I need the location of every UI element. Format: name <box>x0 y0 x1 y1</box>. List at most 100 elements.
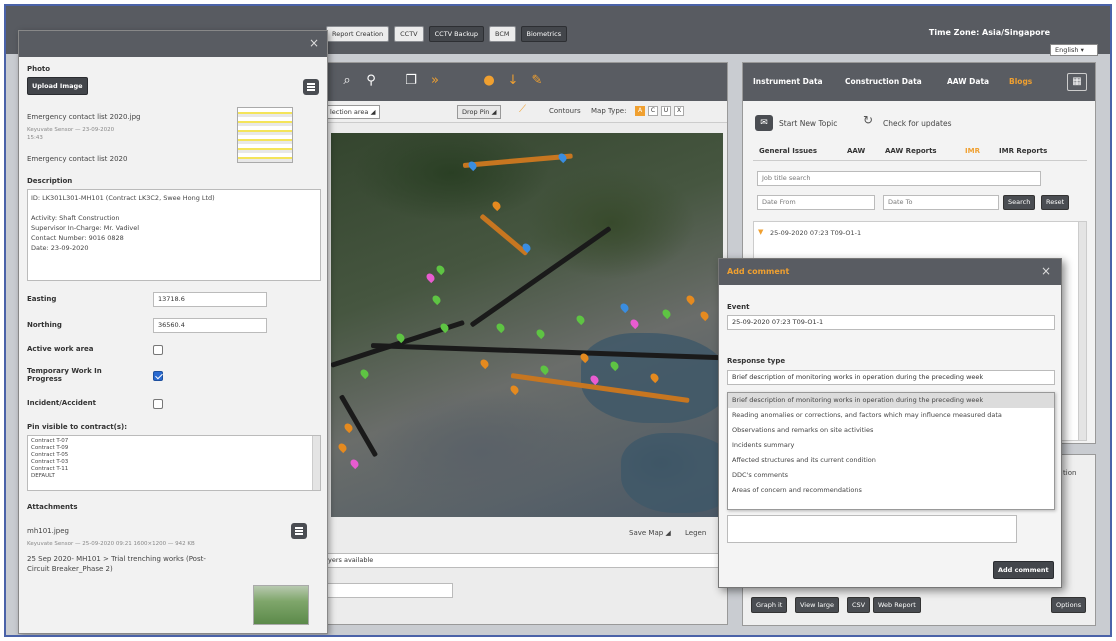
map-pin[interactable] <box>424 271 437 284</box>
check-updates-button[interactable]: Check for updates <box>883 119 952 128</box>
contract-option[interactable]: Contract T-11 <box>31 466 317 473</box>
response-option[interactable]: DDC's comments <box>728 468 1054 483</box>
language-select[interactable]: English ▾ <box>1050 44 1098 56</box>
map-pin[interactable] <box>508 383 521 396</box>
map-pin[interactable] <box>494 321 507 334</box>
response-type-select[interactable]: Brief description of monitoring works in… <box>727 370 1055 385</box>
chat-icon[interactable]: ✉ <box>755 115 773 131</box>
refresh-icon[interactable]: ↻ <box>863 113 873 127</box>
map-pin[interactable] <box>698 309 711 322</box>
response-option[interactable]: Incidents summary <box>728 438 1054 453</box>
blog-row-text[interactable]: 25-09-2020 07:23 T09-O1-1 <box>770 229 861 237</box>
reset-button[interactable]: Reset <box>1041 195 1070 210</box>
job-title-search-input[interactable]: Job title search <box>757 171 1041 186</box>
map-pin[interactable] <box>574 313 587 326</box>
pencil-icon[interactable]: ✎ <box>529 73 545 89</box>
cctv-button[interactable]: CCTV <box>394 26 424 42</box>
web-report-button[interactable]: Web Report <box>873 597 921 613</box>
description-textarea[interactable]: ID: LK301L301-MH101 (Contract LK3C2, Swe… <box>27 189 321 281</box>
contract-option[interactable]: Contract T-05 <box>31 452 317 459</box>
drop-pin-button[interactable]: Drop Pin ◢ <box>457 105 502 119</box>
file-name[interactable]: Emergency contact list 2020.jpg <box>27 113 141 121</box>
pin-cluster-icon[interactable]: ● <box>481 73 497 89</box>
tab-instrument-data[interactable]: Instrument Data <box>753 77 823 86</box>
tab-construction-data[interactable]: Construction Data <box>845 77 922 86</box>
site-photo-thumbnail[interactable] <box>253 585 309 625</box>
response-option[interactable]: Areas of concern and recommendations <box>728 483 1054 498</box>
map-type-c[interactable]: C <box>648 106 658 116</box>
northing-field[interactable]: 36560.4 <box>153 318 267 333</box>
copy-icon[interactable]: ❐ <box>403 73 419 89</box>
event-select[interactable]: 25-09-2020 07:23 T09-O1-1 <box>727 315 1055 330</box>
upload-image-button[interactable]: Upload Image <box>27 77 88 95</box>
layers-icon[interactable]: » <box>427 73 443 89</box>
pin-icon[interactable]: ↓ <box>505 73 521 89</box>
subtab-imr-reports[interactable]: IMR Reports <box>999 147 1047 155</box>
csv-button[interactable]: CSV <box>847 597 871 613</box>
tab-aaw-data[interactable]: AAW Data <box>947 77 989 86</box>
easting-field[interactable]: 13718.6 <box>153 292 267 307</box>
graph-it-button[interactable]: Graph it <box>751 597 788 613</box>
user-search-icon[interactable]: ⚲ <box>363 73 379 89</box>
report-creation-button[interactable]: Report Creation <box>326 26 390 42</box>
close-icon[interactable]: × <box>309 36 319 50</box>
date-from-input[interactable]: Date From <box>757 195 875 210</box>
map-pin[interactable] <box>538 363 551 376</box>
close-icon[interactable]: × <box>1041 264 1051 278</box>
expand-arrow-icon[interactable]: ▼ <box>758 228 763 236</box>
contact-list-thumbnail[interactable] <box>237 107 293 163</box>
map-pin[interactable] <box>490 199 503 212</box>
options-button[interactable]: Options <box>1051 597 1087 613</box>
map-pin[interactable] <box>358 367 371 380</box>
list-scrollbar[interactable] <box>1078 222 1086 440</box>
response-option[interactable]: Observations and remarks on site activit… <box>728 423 1054 438</box>
zoom-area-icon[interactable]: ⌕ <box>339 73 355 89</box>
secondary-select[interactable] <box>323 583 453 598</box>
start-new-topic-button[interactable]: Start New Topic <box>779 119 837 128</box>
save-map-button[interactable]: Save Map ◢ <box>629 529 671 537</box>
menu-icon[interactable] <box>303 79 319 95</box>
subtab-general-issues[interactable]: General Issues <box>759 147 817 155</box>
map-type-x[interactable]: X <box>674 106 684 116</box>
tab-blogs[interactable]: Blogs <box>1009 77 1032 86</box>
search-button[interactable]: Search <box>1003 195 1036 210</box>
view-large-button[interactable]: View large <box>795 597 839 613</box>
response-option[interactable]: Brief description of monitoring works in… <box>728 393 1054 408</box>
map-pin[interactable] <box>534 327 547 340</box>
map-type-u[interactable]: U <box>661 106 671 116</box>
ruler-icon[interactable]: ⟋ <box>519 104 526 115</box>
selection-area-button[interactable]: lection area ◢ <box>325 105 381 119</box>
map-pin[interactable] <box>478 357 491 370</box>
contract-option[interactable]: Contract T-03 <box>31 459 317 466</box>
bcm-button[interactable]: BCM <box>489 26 516 42</box>
contract-option[interactable]: DEFAULT <box>31 473 317 480</box>
attachment-menu-icon[interactable] <box>291 523 307 539</box>
map-type-a[interactable]: A <box>635 106 645 116</box>
map-pin[interactable] <box>342 421 355 434</box>
subtab-imr[interactable]: IMR <box>965 147 980 155</box>
satellite-map[interactable] <box>331 133 723 517</box>
map-pin[interactable] <box>336 441 349 454</box>
map-pin[interactable] <box>434 263 447 276</box>
contract-option[interactable]: Contract T-09 <box>31 445 317 452</box>
map-pin[interactable] <box>348 457 361 470</box>
listbox-scrollbar[interactable] <box>312 436 320 490</box>
map-pin[interactable] <box>628 317 641 330</box>
attachment-name[interactable]: mh101.jpeg <box>27 527 69 535</box>
contracts-listbox[interactable]: Contract T-07 Contract T-09 Contract T-0… <box>27 435 321 491</box>
incident-checkbox[interactable] <box>153 399 163 409</box>
date-to-input[interactable]: Date To <box>883 195 999 210</box>
map-pin[interactable] <box>684 293 697 306</box>
map-pin[interactable] <box>430 293 443 306</box>
map-pin[interactable] <box>618 301 631 314</box>
response-option[interactable]: Reading anomalies or corrections, and fa… <box>728 408 1054 423</box>
response-option[interactable]: Affected structures and its current cond… <box>728 453 1054 468</box>
legend-label[interactable]: Legen <box>685 529 706 537</box>
contours-label[interactable]: Contours <box>549 107 581 115</box>
chart-icon[interactable]: ▦ <box>1067 73 1087 91</box>
subtab-aaw[interactable]: AAW <box>847 147 865 155</box>
comment-textarea[interactable] <box>727 515 1017 543</box>
temp-work-checkbox[interactable] <box>153 371 163 381</box>
biometrics-button[interactable]: Biometrics <box>520 26 568 42</box>
layers-select[interactable]: yers available <box>323 553 719 568</box>
